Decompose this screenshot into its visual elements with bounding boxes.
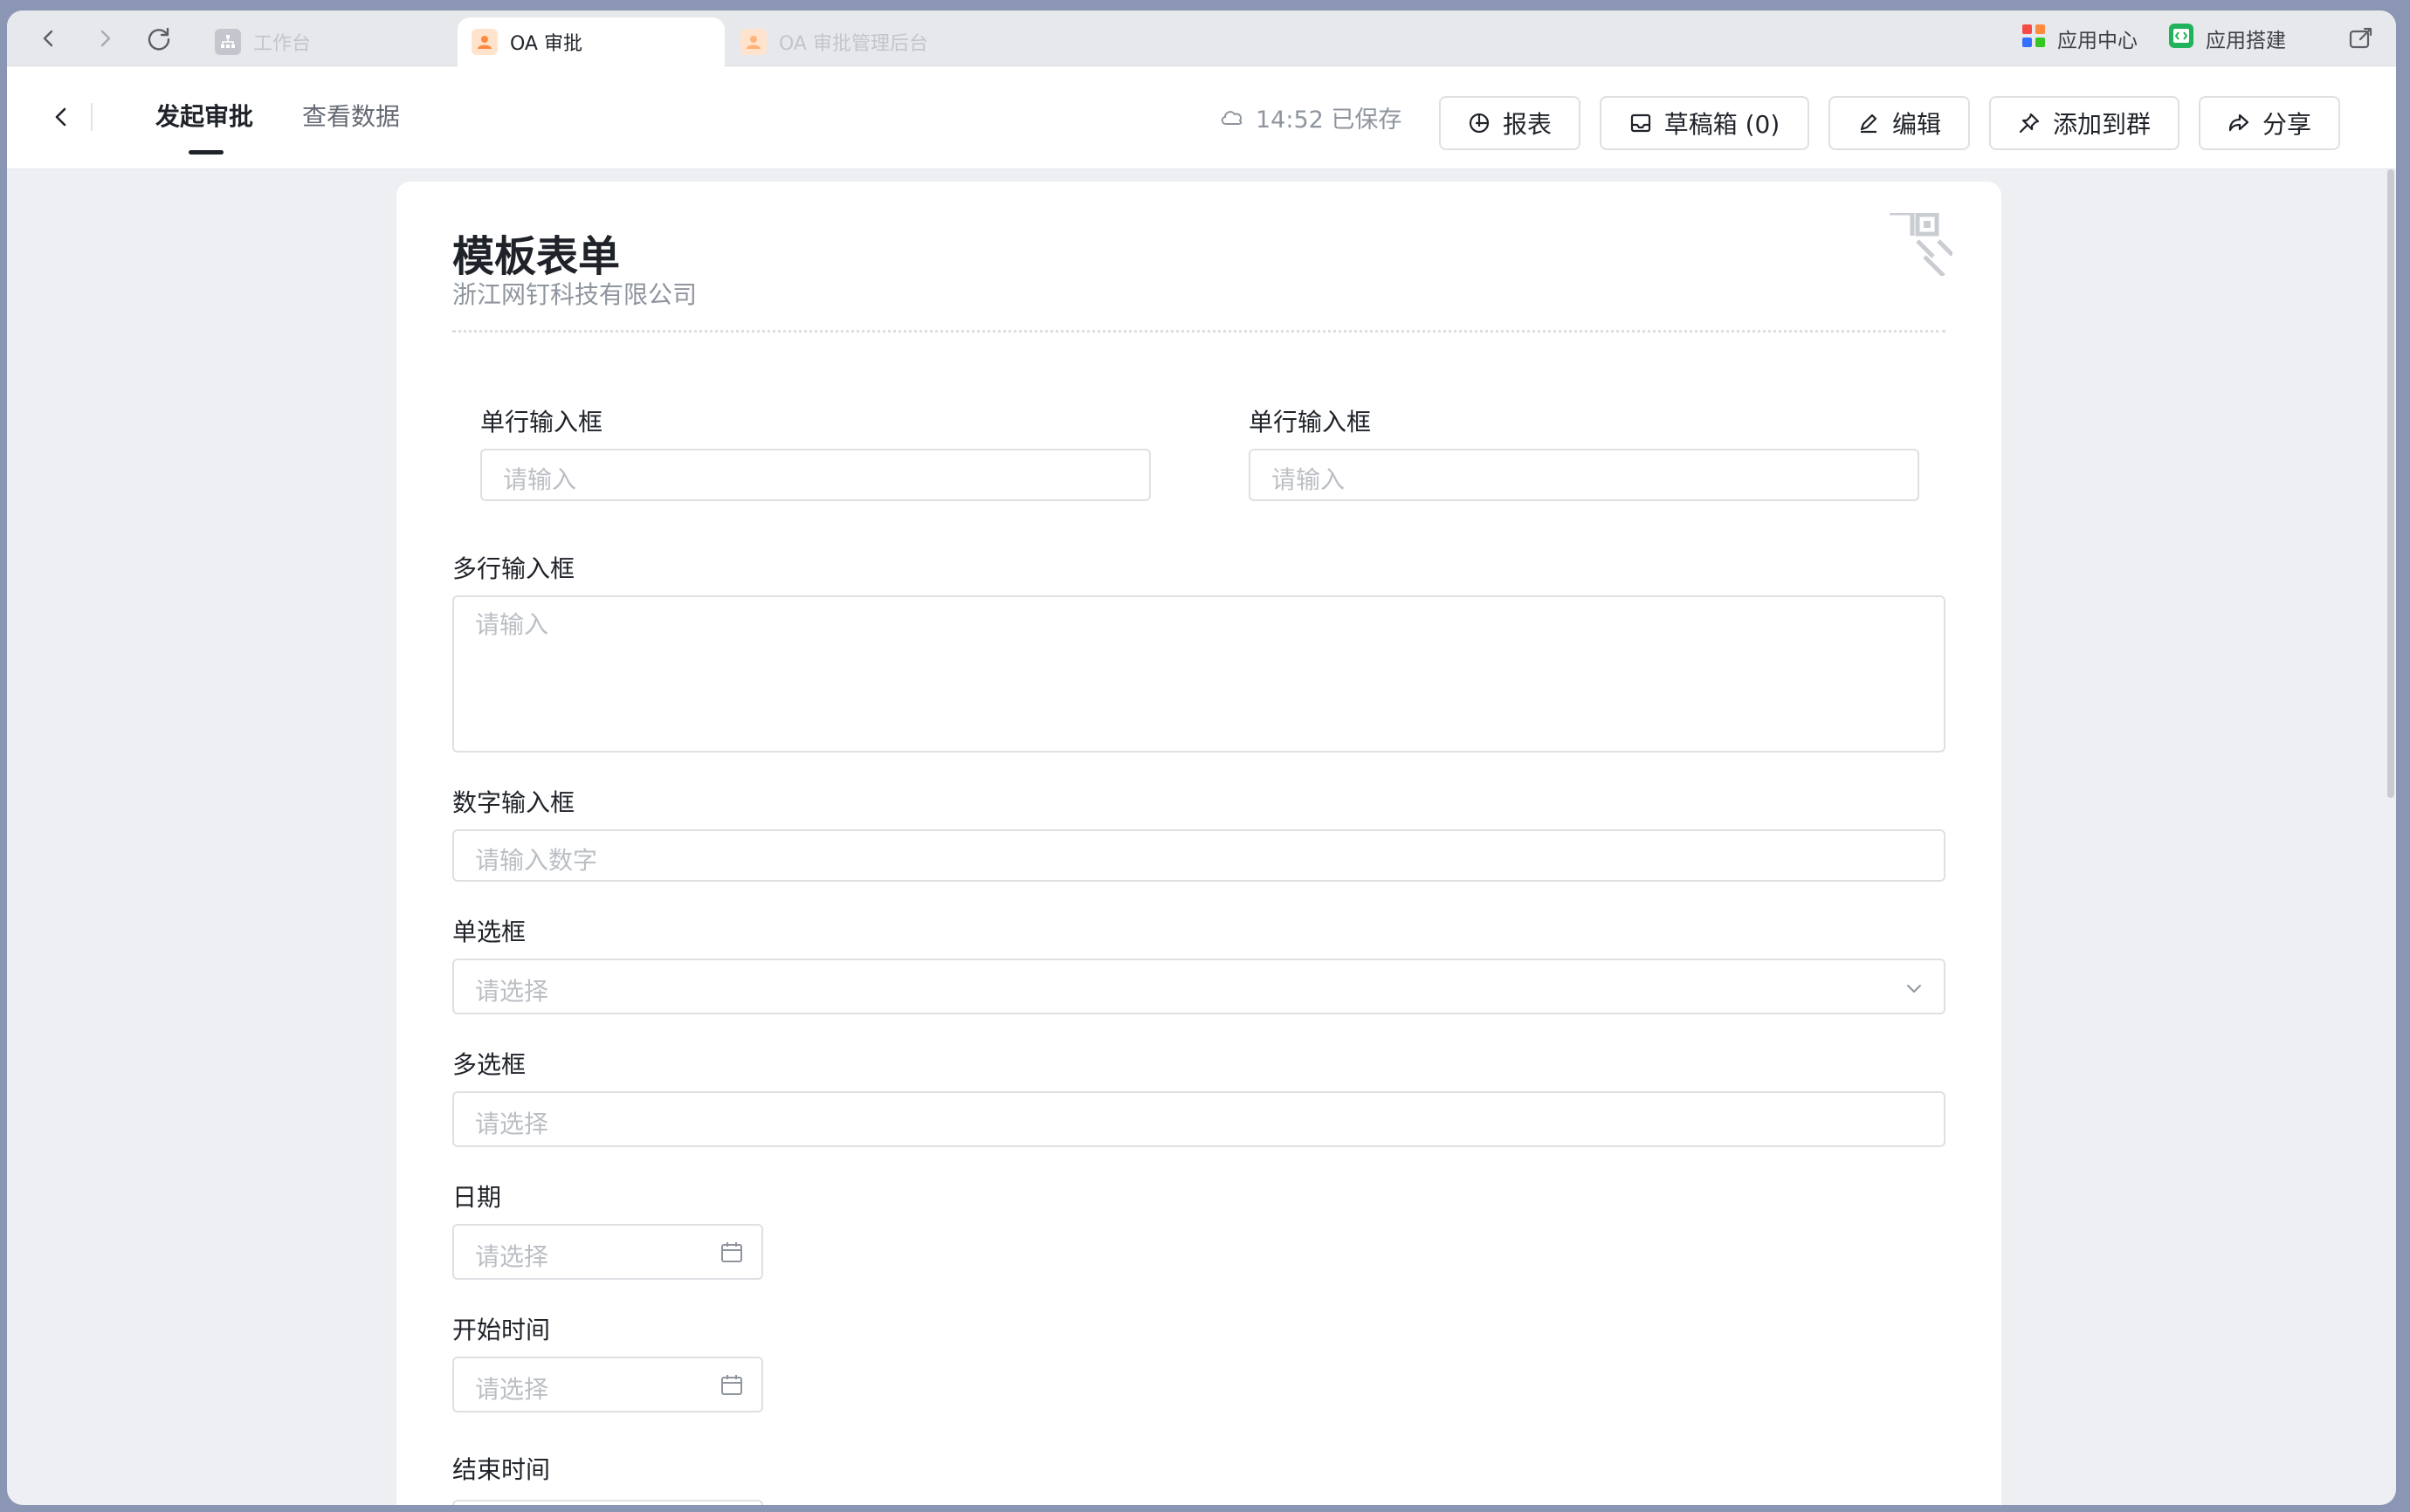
app-builder-label: 应用搭建	[2206, 30, 2286, 52]
chart-pie-icon	[1469, 113, 1490, 134]
tab-view-data[interactable]: 查看数据	[302, 98, 400, 136]
open-external-icon[interactable]	[2344, 21, 2379, 56]
report-button[interactable]: 报表	[1439, 96, 1580, 150]
end-time-picker[interactable]	[452, 1500, 763, 1505]
tab-workbench[interactable]: 工作台	[201, 17, 325, 66]
field-label: 多选框	[452, 1050, 527, 1079]
pencil-icon	[1860, 113, 1877, 134]
oa-app-icon	[472, 29, 498, 55]
page-header: 发起审批 查看数据 14:52 已保存 报表 草稿箱 (0) 编辑 添加到群 分…	[7, 66, 2396, 169]
app-builder-icon	[2167, 22, 2195, 55]
placeholder: 请输入	[503, 465, 577, 494]
refresh-icon[interactable]	[141, 21, 176, 56]
multi-line-textarea[interactable]: 请输入	[452, 595, 1945, 753]
tab-label: OA 审批	[510, 33, 582, 55]
field-label: 日期	[452, 1183, 502, 1212]
tab-oa-approval[interactable]: OA 审批	[458, 17, 725, 66]
back-arrow-icon[interactable]	[31, 21, 66, 56]
placeholder: 请输入数字	[475, 846, 598, 875]
field-label: 开始时间	[452, 1316, 551, 1344]
edit-label: 编辑	[1891, 110, 1941, 139]
scrollbar[interactable]	[2387, 169, 2394, 798]
cloud-icon	[1221, 111, 1243, 125]
placeholder: 请输入	[475, 610, 549, 639]
date-picker[interactable]: 请选择	[452, 1224, 763, 1280]
tab-label: 工作台	[253, 33, 312, 55]
edit-button[interactable]: 编辑	[1828, 96, 1970, 150]
placeholder: 请选择	[475, 1110, 549, 1138]
placeholder: 请选择	[475, 1375, 549, 1404]
multi-select[interactable]: 请选择	[452, 1091, 1945, 1147]
app-center-icon	[2021, 23, 2047, 54]
calendar-icon	[718, 1238, 746, 1266]
form-title: 模板表单	[452, 232, 621, 281]
field-label: 单行输入框	[480, 408, 603, 436]
single-line-input-1[interactable]: 请输入	[480, 449, 1151, 501]
drafts-label: 草稿箱 (0)	[1663, 110, 1780, 139]
title-divider	[452, 330, 1945, 333]
tab-oa-admin[interactable]: OA 审批管理后台	[726, 17, 942, 66]
report-label: 报表	[1502, 110, 1552, 139]
save-status: 14:52 已保存	[1219, 98, 1401, 136]
add-to-group-button[interactable]: 添加到群	[1989, 96, 2179, 150]
app-builder-link[interactable]: 应用搭建	[2167, 23, 2286, 54]
field-label: 单选框	[452, 918, 527, 946]
tab-start-approval[interactable]: 发起审批	[155, 98, 253, 136]
field-label: 多行输入框	[452, 554, 575, 583]
app-center-label: 应用中心	[2057, 30, 2138, 52]
share-arrow-icon	[2228, 113, 2249, 132]
divider	[91, 103, 93, 131]
calendar-icon	[718, 1371, 746, 1399]
chevron-left-icon	[55, 107, 66, 127]
start-time-picker[interactable]: 请选择	[452, 1357, 763, 1412]
forward-arrow-icon[interactable]	[87, 21, 122, 56]
placeholder: 请选择	[475, 977, 549, 1006]
active-tab-indicator	[189, 150, 224, 155]
share-label: 分享	[2262, 110, 2311, 139]
placeholder: 请选择	[475, 1242, 549, 1271]
field-label: 数字输入框	[452, 788, 575, 817]
single-line-input-2[interactable]: 请输入	[1249, 449, 1919, 501]
qr-code-icon[interactable]	[1890, 210, 1954, 278]
inbox-icon	[1630, 113, 1650, 133]
oa-app-icon	[740, 29, 767, 55]
pin-icon	[2019, 113, 2040, 134]
tab-label: OA 审批管理后台	[779, 33, 928, 55]
placeholder: 请输入	[1271, 465, 1346, 494]
back-button[interactable]	[42, 98, 80, 136]
company-name: 浙江网钉科技有限公司	[452, 280, 698, 309]
number-input[interactable]: 请输入数字	[452, 829, 1945, 882]
single-select[interactable]: 请选择	[452, 959, 1945, 1014]
field-label: 单行输入框	[1249, 408, 1372, 436]
field-label: 结束时间	[452, 1455, 551, 1484]
browser-window: 工作台 OA 审批 OA 审批管理后台 应用中心 应用搭建 发起审批 查看数据 …	[7, 10, 2396, 1505]
workbench-icon	[215, 29, 241, 55]
form-card: 模板表单 浙江网钉科技有限公司 单行输入框 请输入 单行输入框 请输入 多行输入…	[396, 182, 2001, 1505]
app-center-link[interactable]: 应用中心	[2021, 23, 2138, 54]
share-button[interactable]: 分享	[2199, 96, 2340, 150]
chevron-down-icon	[1900, 974, 1928, 1002]
saved-time-text: 14:52 已保存	[1256, 106, 1402, 134]
browser-tab-bar: 工作台 OA 审批 OA 审批管理后台 应用中心 应用搭建	[7, 10, 2396, 66]
drafts-button[interactable]: 草稿箱 (0)	[1600, 96, 1809, 150]
add-to-group-label: 添加到群	[2052, 110, 2151, 139]
